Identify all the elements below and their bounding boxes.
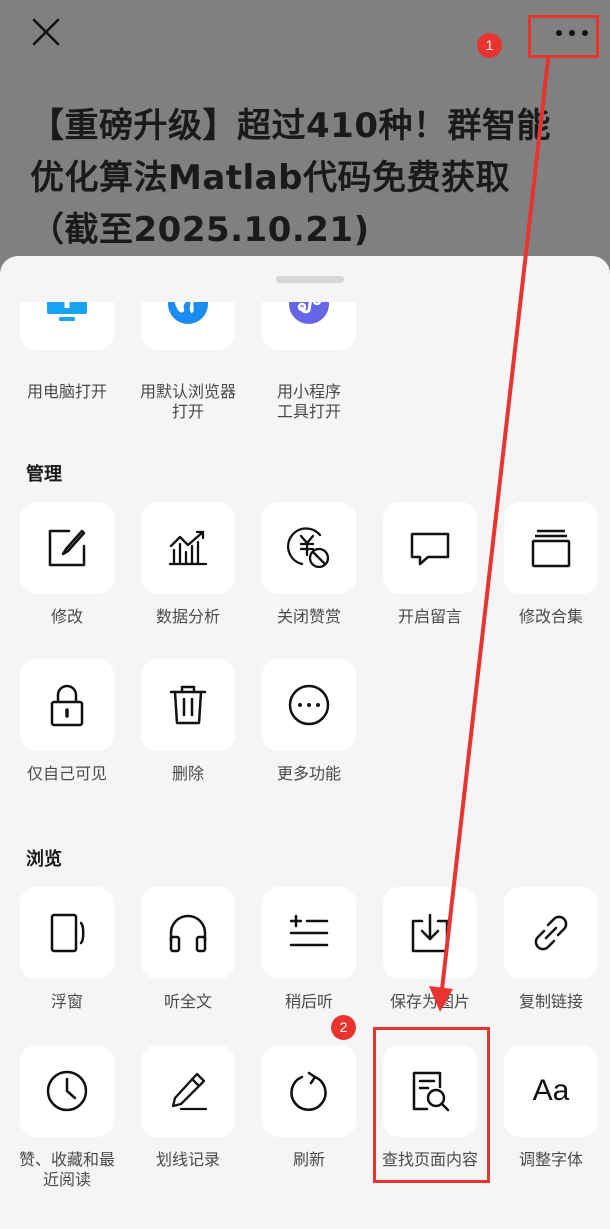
close-appreciation-label: 关闭赞赏 (276, 607, 341, 626)
headphones-icon (169, 914, 207, 953)
label-line: 稍后听 (284, 992, 333, 1011)
label-line: 打开 (171, 402, 204, 421)
annotation-badge-1: 1 (477, 33, 502, 58)
edit-icon (48, 529, 86, 567)
listen-later-icon (289, 914, 329, 947)
enable-comments-button[interactable] (383, 502, 477, 594)
label-line: 用电脑打开 (26, 382, 107, 401)
close-appreciation-button[interactable] (262, 502, 356, 594)
open-in-browser-button[interactable] (141, 302, 235, 350)
open-on-computer-label: 用电脑打开 (7, 382, 127, 402)
trash-icon (169, 685, 207, 725)
likes-favorites-recent-button[interactable] (20, 1045, 114, 1137)
label-line: 近阅读 (42, 1170, 91, 1189)
refresh-icon (290, 1071, 327, 1111)
listen-later-button[interactable] (262, 887, 356, 979)
clock-icon (46, 1070, 88, 1112)
top-bar (0, 0, 610, 70)
section-title-manage: 管理 (26, 464, 62, 485)
label-line: 复制链接 (518, 992, 583, 1011)
sheet-scroll-area: 用电脑打开 用默认浏览器 打开 用小程序 工具打开 管理 修改 数据分析 关闭赞… (0, 302, 610, 1229)
adjust-font-button[interactable]: Aa (504, 1045, 598, 1137)
label-line: 用默认浏览器 (139, 382, 236, 401)
save-image-icon (411, 913, 449, 953)
collection-icon (531, 529, 571, 568)
adjust-font-label: 调整字体 (491, 1150, 610, 1170)
floating-window-label: 浮窗 (7, 992, 127, 1012)
label-line: 调整字体 (518, 1150, 583, 1169)
close-button[interactable] (28, 14, 64, 50)
label-line: 刷新 (292, 1150, 325, 1169)
open-with-mini-program-button[interactable] (262, 302, 356, 350)
label-line: 用小程序 (276, 382, 341, 401)
label-line: 赞、收藏和最 (18, 1150, 115, 1169)
sheet-drag-handle[interactable] (276, 276, 344, 283)
pen-icon (171, 1072, 208, 1111)
label-line: 听全文 (163, 992, 212, 1011)
label-line: 工具打开 (276, 402, 341, 421)
floating-window-button[interactable] (20, 887, 114, 979)
edit-label: 修改 (50, 607, 83, 626)
underline-records-button[interactable] (141, 1045, 235, 1137)
article-title-line: （截至2025.10.21) (30, 210, 370, 250)
copy-link-button[interactable] (504, 887, 598, 979)
open-in-browser-label: 用默认浏览器 打开 (128, 382, 248, 422)
floating-window-icon (50, 913, 85, 953)
data-analysis-button[interactable] (141, 502, 235, 594)
article-title-line: 【重磅升级】超过410种！群智能 (30, 106, 551, 146)
data-analysis-icon (168, 530, 208, 566)
copy-link-label: 复制链接 (491, 992, 610, 1012)
globe-icon (168, 302, 208, 324)
close-appreciation-icon (286, 527, 330, 569)
open-on-computer-button[interactable] (20, 302, 114, 350)
more-functions-button[interactable] (262, 659, 356, 751)
edit-collection-button[interactable] (504, 502, 598, 594)
lock-icon (50, 684, 84, 727)
label-line: 划线记录 (155, 1150, 220, 1169)
refresh-label: 刷新 (249, 1150, 369, 1170)
font-size-icon: Aa (532, 1074, 570, 1107)
delete-button[interactable] (141, 659, 235, 751)
listen-full-text-label: 听全文 (128, 992, 248, 1012)
more-functions-label: 更多功能 (276, 764, 341, 783)
save-as-image-label: 保存为图片 (370, 992, 490, 1012)
only-me-visible-button[interactable] (20, 659, 114, 751)
more-functions-icon (288, 684, 330, 726)
listen-full-text-button[interactable] (141, 887, 235, 979)
mini-program-icon (289, 302, 329, 324)
close-icon (32, 18, 60, 46)
refresh-button[interactable] (262, 1045, 356, 1137)
underline-records-label: 划线记录 (128, 1150, 248, 1170)
annotation-highlight-find (373, 1027, 490, 1183)
save-as-image-button[interactable] (383, 887, 477, 979)
data-analysis-label: 数据分析 (155, 607, 220, 626)
desktop-computer-icon (47, 302, 87, 321)
enable-comments-label: 开启留言 (397, 607, 462, 626)
link-icon (534, 915, 568, 951)
edit-button[interactable] (20, 502, 114, 594)
article-title: 【重磅升级】超过410种！群智能 优化算法Matlab代码免费获取 （截至202… (30, 100, 590, 256)
label-line: 保存为图片 (389, 992, 470, 1011)
open-with-mini-program-label: 用小程序 工具打开 (249, 382, 369, 422)
only-me-visible-label: 仅自己可见 (26, 764, 107, 783)
label-line: 浮窗 (50, 992, 83, 1011)
annotation-highlight-more (528, 15, 599, 58)
annotation-badge-2: 2 (331, 1015, 356, 1040)
likes-favorites-recent-label: 赞、收藏和最 近阅读 (7, 1150, 127, 1190)
share-menu-sheet: 用电脑打开 用默认浏览器 打开 用小程序 工具打开 管理 修改 数据分析 关闭赞… (0, 256, 610, 1229)
edit-collection-label: 修改合集 (518, 607, 583, 626)
article-title-line: 优化算法Matlab代码免费获取 (30, 158, 510, 198)
comment-icon (410, 532, 450, 566)
listen-later-label: 稍后听 (249, 992, 369, 1012)
section-title-browse: 浏览 (26, 849, 62, 870)
delete-label: 删除 (171, 764, 204, 783)
